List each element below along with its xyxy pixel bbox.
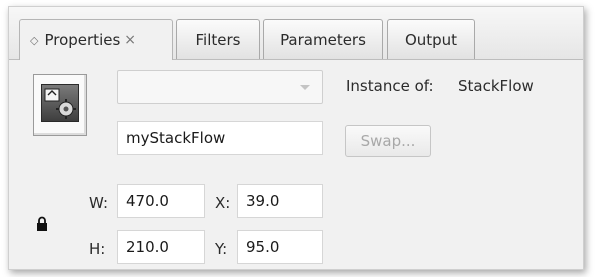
tab-filters-label: Filters: [195, 30, 241, 49]
tab-output-label: Output: [404, 30, 458, 49]
height-field[interactable]: 210.0: [117, 230, 205, 264]
x-field[interactable]: 39.0: [237, 184, 323, 218]
y-field[interactable]: 95.0: [237, 230, 323, 264]
tab-properties[interactable]: ◇ Properties ×: [19, 19, 173, 60]
width-field[interactable]: 470.0: [117, 184, 205, 218]
component-icon: [41, 84, 79, 122]
x-label: X:: [215, 194, 231, 212]
tab-output[interactable]: Output: [387, 19, 475, 59]
y-label: Y:: [215, 240, 228, 258]
swap-button[interactable]: Swap...: [345, 125, 431, 157]
tab-bar: ◇ Properties × Filters Parameters Output: [9, 7, 583, 60]
tab-parameters[interactable]: Parameters: [263, 19, 383, 59]
width-label: W:: [89, 194, 109, 212]
chevron-down-icon: [300, 85, 310, 90]
height-label: H:: [89, 240, 106, 258]
tab-sort-icon: ◇: [30, 33, 39, 47]
tab-filters[interactable]: Filters: [176, 19, 260, 59]
symbol-thumbnail: [33, 74, 87, 136]
instance-of-value: StackFlow: [458, 77, 534, 95]
tab-properties-label: Properties: [44, 31, 121, 49]
properties-panel: ◇ Properties × Filters Parameters Output: [8, 6, 584, 270]
symbol-type-dropdown[interactable]: [117, 70, 323, 104]
lock-icon[interactable]: [36, 216, 48, 236]
tab-parameters-label: Parameters: [280, 30, 366, 49]
close-icon[interactable]: ×: [124, 32, 136, 48]
instance-name-field[interactable]: myStackFlow: [117, 121, 323, 155]
instance-of-label: Instance of:: [346, 77, 434, 95]
